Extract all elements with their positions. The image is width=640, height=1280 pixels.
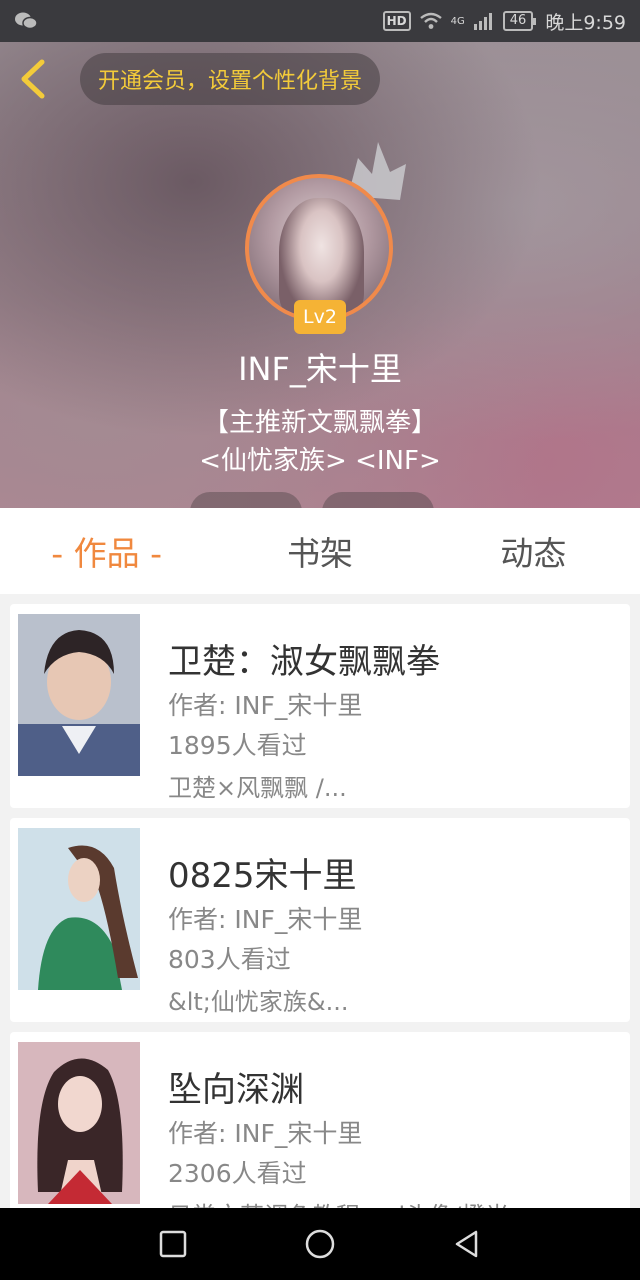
work-views: 2306人看过	[168, 1159, 307, 1188]
work-tags: 卫楚×风飘飘 /...	[168, 774, 347, 802]
work-title: 0825宋十里	[168, 856, 357, 896]
cover-image	[18, 614, 140, 776]
work-views: 1895人看过	[168, 731, 307, 760]
profile-tabs: - 作品 - 书架 动态	[0, 508, 640, 594]
battery-icon: 46	[502, 11, 536, 31]
cover-image	[18, 1042, 140, 1204]
network-type: 4G	[450, 15, 465, 27]
work-views: 803人看过	[168, 945, 291, 974]
work-title: 坠向深渊	[168, 1070, 304, 1110]
system-nav-bar	[0, 1208, 640, 1280]
list-item[interactable]: 卫楚：淑女飘飘拳 作者: INF_宋十里 1895人看过 卫楚×风飘飘 /...	[10, 604, 630, 808]
bio-line-1: 【主推新文飘飘拳】	[202, 408, 437, 438]
clock: 晚上9:59	[545, 11, 626, 34]
work-tags: &lt;仙忧家族&...	[168, 988, 349, 1016]
tab-activity[interactable]: 动态	[427, 527, 640, 575]
profile-header: 开通会员，设置个性化背景 Lv2 INF_宋十里 【主推新文飘飘拳】 <仙忧家族…	[0, 42, 640, 508]
username: INF_宋十里	[238, 350, 402, 388]
level-badge: Lv2	[294, 300, 346, 334]
recents-icon[interactable]	[158, 1229, 188, 1259]
work-author: 作者: INF_宋十里	[168, 1119, 363, 1148]
work-author: 作者: INF_宋十里	[168, 905, 363, 934]
list-item[interactable]: 0825宋十里 作者: INF_宋十里 803人看过 &lt;仙忧家族&...	[10, 818, 630, 1022]
bio-line-2: <仙忧家族> <INF>	[199, 446, 441, 476]
work-title: 卫楚：淑女飘飘拳	[168, 642, 440, 682]
list-item[interactable]: 坠向深渊 作者: INF_宋十里 2306人看过 日常文萃调色教程and头像/橙…	[10, 1032, 630, 1236]
follow-stat-pill[interactable]	[190, 492, 302, 508]
hd-badge: HD	[382, 11, 411, 31]
back-nav-icon[interactable]	[452, 1229, 482, 1259]
wechat-icon	[15, 12, 38, 30]
home-icon[interactable]	[304, 1228, 336, 1260]
user-bio: 【主推新文飘飘拳】 <仙忧家族> <INF>	[0, 404, 640, 480]
tab-bookshelf[interactable]: 书架	[213, 527, 426, 575]
back-icon[interactable]	[14, 56, 54, 102]
cover-image	[18, 828, 140, 990]
vip-background-button[interactable]: 开通会员，设置个性化背景	[80, 53, 381, 105]
fans-stat-pill[interactable]	[322, 492, 434, 508]
signal-icon	[473, 13, 492, 30]
wifi-icon	[419, 12, 442, 29]
work-author: 作者: INF_宋十里	[168, 691, 363, 720]
tab-works[interactable]: - 作品 -	[0, 527, 213, 575]
status-bar: HD 4G 46 晚上9:59	[0, 0, 640, 42]
